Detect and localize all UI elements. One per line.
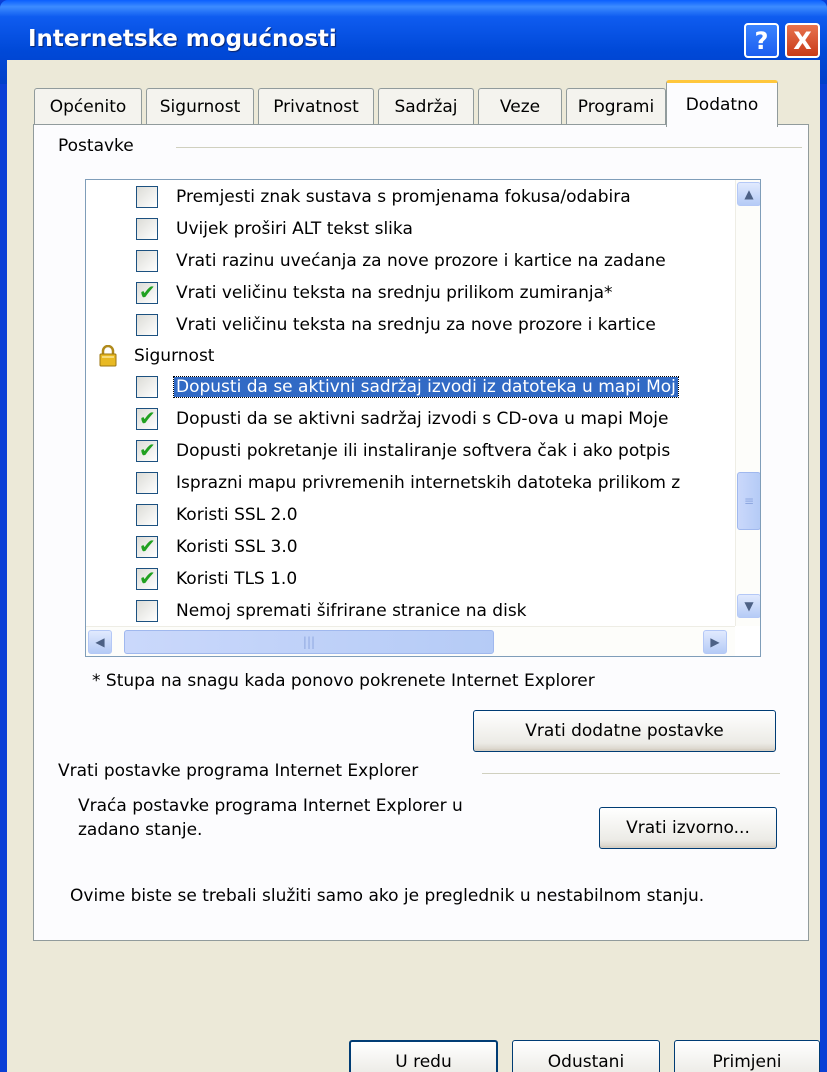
list-item-label-selected: Dopusti da se aktivni sadržaj izvodi iz … (173, 376, 679, 398)
cancel-button[interactable]: Odustani (512, 1040, 660, 1072)
apply-button[interactable]: Primjeni (674, 1040, 820, 1072)
settings-listbox[interactable]: Premjesti znak sustava s promjenama foku… (85, 179, 761, 657)
list-item-label: Vrati veličinu teksta na srednju priliko… (176, 283, 613, 303)
list-item-label: Isprazni mapu privremenih internetskih d… (176, 473, 681, 493)
scroll-down-button[interactable]: ▼ (737, 594, 760, 618)
list-item-label: Koristi TLS 1.0 (176, 569, 298, 589)
checkbox[interactable] (136, 186, 158, 208)
ok-button-label: U redu (395, 1052, 452, 1072)
reset-description-line1: Vraća postavke programa Internet Explore… (78, 796, 463, 816)
check-icon: ✔ (139, 280, 156, 304)
list-item[interactable]: Koristi SSL 2.0 (86, 500, 735, 530)
tab-sigurnost[interactable]: Sigurnost (146, 88, 254, 125)
tab-opcenito[interactable]: Općenito (34, 88, 142, 125)
cancel-button-label: Odustani (547, 1052, 625, 1072)
list-item[interactable]: ✔ Koristi SSL 3.0 (86, 532, 735, 562)
reset-group-divider (482, 773, 780, 774)
list-item-label: Dopusti pokretanje ili instaliranje soft… (176, 441, 671, 461)
list-item-label: Uvijek proširi ALT tekst slika (176, 219, 413, 239)
scroll-up-button[interactable]: ▲ (737, 182, 760, 206)
reset-button[interactable]: Vrati izvorno... (599, 807, 777, 849)
horizontal-scroll-thumb[interactable]: ||| (124, 630, 494, 654)
checkbox[interactable]: ✔ (136, 438, 158, 462)
vertical-scroll-thumb[interactable]: ≡ (737, 472, 760, 530)
list-item-label: Premjesti znak sustava s promjenama foku… (176, 187, 631, 207)
list-item-label: Koristi SSL 3.0 (176, 537, 298, 557)
checkbox[interactable]: ✔ (136, 406, 158, 430)
checkbox[interactable]: ✔ (136, 280, 158, 304)
check-icon: ✔ (139, 438, 156, 462)
list-item[interactable]: ✔ Dopusti pokretanje ili instaliranje so… (86, 436, 735, 466)
category-row: Sigurnost (86, 341, 735, 371)
tab-dodatno[interactable]: Dodatno (666, 80, 778, 127)
settings-group-label: Postavke (58, 136, 140, 156)
checkbox[interactable] (136, 250, 158, 272)
reset-description-line2: zadano stanje. (78, 820, 203, 840)
restart-note: * Stupa na snagu kada ponovo pokrenete I… (92, 671, 595, 691)
checkbox[interactable] (136, 504, 158, 526)
list-item[interactable]: Uvijek proširi ALT tekst slika (86, 214, 735, 244)
list-item[interactable]: ✔ Koristi TLS 1.0 (86, 564, 735, 594)
reset-button-label: Vrati izvorno... (626, 818, 750, 838)
list-item-label: Vrati razinu uvećanja za nove prozore i … (176, 251, 666, 271)
checkbox[interactable] (136, 314, 158, 336)
tab-privatnost[interactable]: Privatnost (258, 88, 374, 125)
list-item[interactable]: Nemoj spremati šifrirane stranice na dis… (86, 596, 735, 626)
checkbox[interactable] (136, 376, 158, 398)
check-icon: ✔ (139, 406, 156, 430)
list-item[interactable]: ✔ Dopusti da se aktivni sadržaj izvodi s… (86, 404, 735, 434)
list-item-label: Dopusti da se aktivni sadržaj izvodi s C… (176, 409, 669, 429)
tab-veze[interactable]: Veze (478, 88, 562, 125)
list-item[interactable]: Vrati veličinu teksta na srednju za nove… (86, 310, 735, 340)
dialog-body: Općenito Sigurnost Privatnost Sadržaj Ve… (7, 60, 820, 1072)
list-item[interactable]: Isprazni mapu privremenih internetskih d… (86, 468, 735, 498)
list-item[interactable]: Dopusti da se aktivni sadržaj izvodi iz … (86, 372, 735, 402)
scroll-right-button[interactable]: ▶ (703, 630, 727, 654)
list-item[interactable]: Premjesti znak sustava s promjenama foku… (86, 182, 735, 212)
ok-button[interactable]: U redu (349, 1040, 498, 1072)
horizontal-scrollbar[interactable]: ◀ ||| ▶ (86, 626, 735, 656)
restore-advanced-settings-label: Vrati dodatne postavke (525, 721, 724, 741)
category-label: Sigurnost (134, 346, 215, 366)
group-divider (176, 147, 802, 148)
lock-icon (99, 345, 117, 367)
tab-programi[interactable]: Programi (566, 88, 666, 125)
apply-button-label: Primjeni (712, 1052, 782, 1072)
list-item-label: Nemoj spremati šifrirane stranice na dis… (176, 601, 527, 621)
restore-advanced-settings-button[interactable]: Vrati dodatne postavke (473, 710, 776, 752)
check-icon: ✔ (139, 534, 156, 558)
vertical-scrollbar[interactable]: ▲ ≡ ▼ (735, 180, 760, 626)
scroll-left-button[interactable]: ◀ (88, 630, 112, 654)
list-item[interactable]: Vrati razinu uvećanja za nove prozore i … (86, 246, 735, 276)
checkbox[interactable]: ✔ (136, 534, 158, 558)
tab-sadrzaj[interactable]: Sadržaj (378, 88, 474, 125)
checkbox[interactable] (136, 472, 158, 494)
list-item-label: Koristi SSL 2.0 (176, 505, 298, 525)
checkbox[interactable] (136, 218, 158, 240)
list-item-label: Vrati veličinu teksta na srednju za nove… (176, 315, 656, 335)
reset-warning: Ovime biste se trebali služiti samo ako … (70, 886, 705, 906)
checkbox[interactable]: ✔ (136, 566, 158, 590)
checkbox[interactable] (136, 600, 158, 622)
list-item[interactable]: ✔ Vrati veličinu teksta na srednju prili… (86, 278, 735, 308)
check-icon: ✔ (139, 566, 156, 590)
internet-options-window: Internetske mogućnosti ? X Općenito Sigu… (0, 0, 827, 1072)
reset-group-label: Vrati postavke programa Internet Explore… (58, 761, 419, 781)
